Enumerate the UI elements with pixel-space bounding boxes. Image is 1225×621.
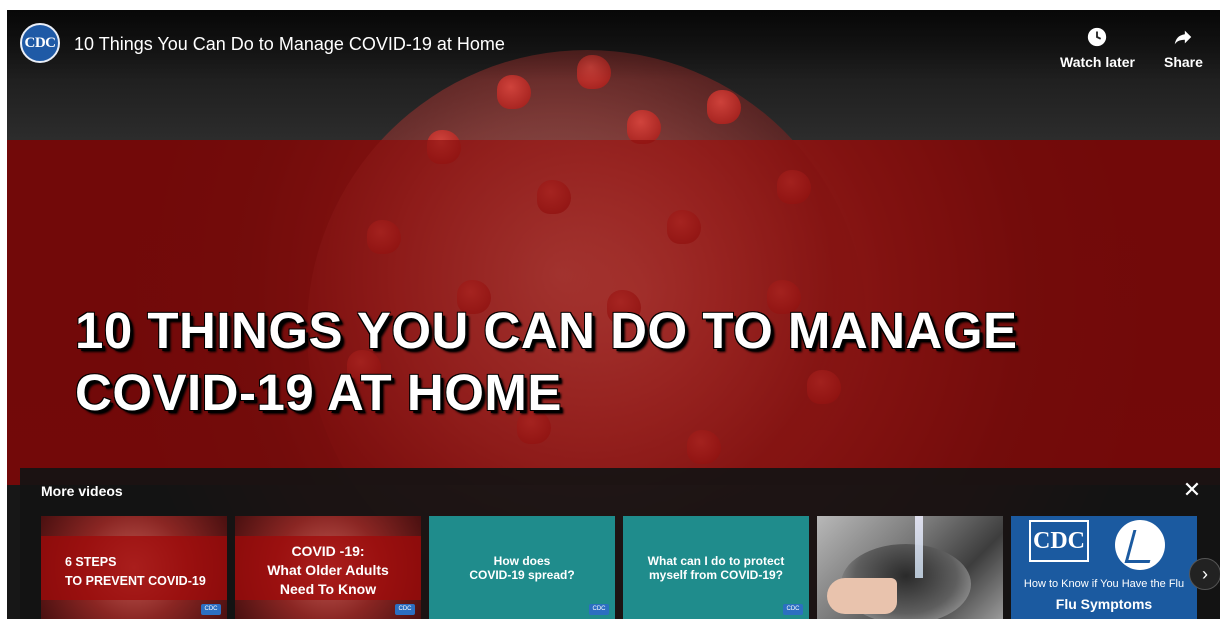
more-videos-panel: More videos ✕ 6 STEPS TO PREVENT COVID-1… xyxy=(20,468,1220,619)
thumbnail-label: What can I do to protect myself from COV… xyxy=(647,554,785,582)
video-thumbnail[interactable] xyxy=(817,516,1003,619)
close-icon[interactable]: ✕ xyxy=(1180,478,1204,502)
channel-logo[interactable]: CDC xyxy=(20,23,60,63)
video-thumbnail[interactable]: How does COVID-19 spread? CDC xyxy=(429,516,615,619)
headline-line-2: COVID-19 AT HOME xyxy=(75,364,562,421)
clock-icon xyxy=(1088,27,1107,47)
cdc-badge-icon: CDC xyxy=(783,604,803,615)
more-videos-title: More videos xyxy=(41,483,123,499)
thumbnail-label: How does COVID-19 spread? xyxy=(469,554,575,582)
chevron-right-icon[interactable]: › xyxy=(1189,558,1220,590)
cdc-logo: CDC xyxy=(1029,520,1089,562)
thumbnail-label: How to Know if You Have the Flu xyxy=(1023,578,1185,590)
share-label: Share xyxy=(1164,54,1203,70)
cdc-badge-icon: CDC xyxy=(589,604,609,615)
video-headline: 10 THINGS YOU CAN DO TO MANAGE COVID-19 … xyxy=(75,300,1018,424)
video-thumbnail[interactable]: COVID -19: What Older Adults Need To Kno… xyxy=(235,516,421,619)
thumbnail-label: COVID -19: What Older Adults Need To Kno… xyxy=(267,543,389,597)
more-videos-list: 6 STEPS TO PREVENT COVID-19 CDC COVID -1… xyxy=(41,516,1201,619)
channel-logo-text: CDC xyxy=(24,34,57,51)
video-title[interactable]: 10 Things You Can Do to Manage COVID-19 … xyxy=(74,34,505,55)
thumbnail-subtitle: Flu Symptoms xyxy=(1055,596,1153,612)
cdc-badge-icon: CDC xyxy=(395,604,415,615)
hand-image xyxy=(827,578,897,614)
share-button[interactable]: Share xyxy=(1164,26,1203,70)
cdc-badge-icon: CDC xyxy=(201,604,221,615)
water-stream-image xyxy=(915,516,923,578)
headline-line-1: 10 THINGS YOU CAN DO TO MANAGE xyxy=(75,302,1018,359)
share-arrow-icon xyxy=(1175,30,1192,45)
watch-later-button[interactable]: Watch later xyxy=(1060,26,1135,70)
watch-later-label: Watch later xyxy=(1060,54,1135,70)
video-thumbnail[interactable]: CDC How to Know if You Have the Flu Flu … xyxy=(1011,516,1197,619)
video-thumbnail[interactable]: 6 STEPS TO PREVENT COVID-19 CDC xyxy=(41,516,227,619)
hhs-seal-icon xyxy=(1115,520,1165,570)
video-thumbnail[interactable]: What can I do to protect myself from COV… xyxy=(623,516,809,619)
thumbnail-label: 6 STEPS TO PREVENT COVID-19 xyxy=(65,555,206,588)
video-player[interactable]: CDC 10 Things You Can Do to Manage COVID… xyxy=(7,10,1220,619)
